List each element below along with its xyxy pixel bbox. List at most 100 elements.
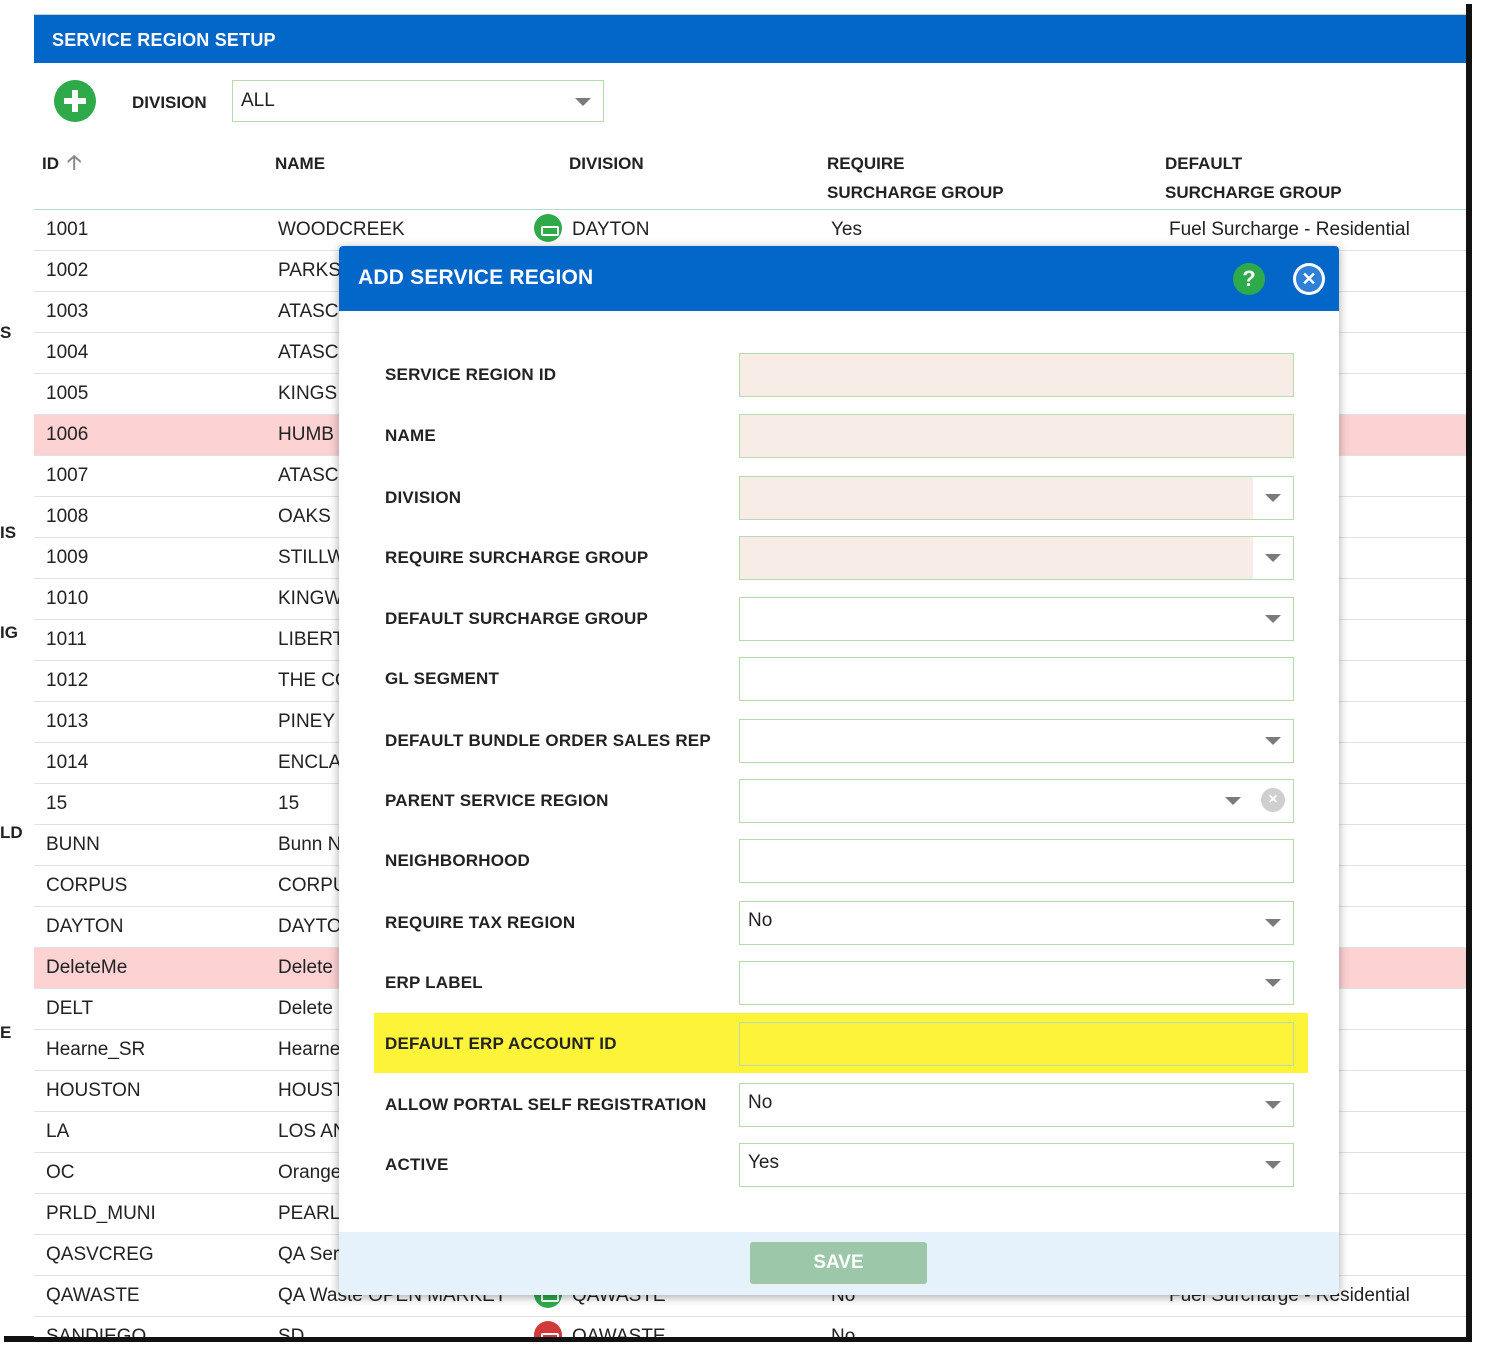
cell-id: SANDIEGO — [46, 1317, 266, 1337]
add-icon[interactable] — [54, 80, 96, 122]
form-label: ACTIVE — [385, 1155, 449, 1174]
form-label: DIVISION — [385, 488, 462, 507]
chevron-down-icon[interactable] — [1225, 797, 1241, 805]
edge-fragment: S — [0, 323, 12, 342]
chevron-down-icon[interactable] — [1265, 737, 1281, 745]
cell-id-text: PRLD_MUNI — [46, 1203, 156, 1224]
chevron-down-icon[interactable] — [1265, 979, 1281, 987]
form-label: REQUIRE SURCHARGE GROUP — [385, 548, 649, 567]
require-surcharge-group-select[interactable] — [739, 536, 1294, 580]
neighborhood-field[interactable] — [739, 839, 1294, 883]
form-row: REQUIRE SURCHARGE GROUP — [339, 536, 1339, 580]
cell-id-text: 1006 — [46, 424, 89, 445]
cell-id-text: 1007 — [46, 465, 89, 486]
close-glyph: ✕ — [1296, 266, 1322, 292]
column-header-name[interactable]: NAME — [275, 149, 325, 178]
column-header-require-surcharge[interactable]: REQUIRE SURCHARGE GROUP — [827, 149, 1004, 207]
parent-service-region-select[interactable]: × — [739, 779, 1294, 823]
screenshot-frame: S IS IG LD E SERVICE REGION SETUP DIVISI… — [0, 0, 1490, 1358]
division-filter-select[interactable]: ALL — [232, 80, 604, 122]
chevron-down-icon[interactable] — [1265, 615, 1281, 623]
clear-icon[interactable]: × — [1261, 788, 1285, 812]
cell-id-text: Hearne_SR — [46, 1039, 146, 1060]
cell-id-text: 1001 — [46, 219, 89, 240]
cell-name-text: DAYTO — [278, 916, 342, 937]
cell-require-surcharge: No — [831, 1317, 1131, 1337]
edge-fragment: E — [0, 1023, 12, 1042]
chevron-down-icon[interactable] — [1265, 919, 1281, 927]
cell-name-text: KINGS — [278, 383, 338, 404]
cell-name-text: WOODCREEK — [278, 219, 405, 240]
save-button[interactable]: SAVE — [750, 1242, 927, 1284]
page-title: SERVICE REGION SETUP — [34, 15, 1466, 63]
chevron-down-icon — [575, 98, 591, 106]
chevron-down-icon[interactable] — [1265, 1101, 1281, 1109]
form-label: REQUIRE TAX REGION — [385, 913, 576, 932]
require-tax-region-select[interactable]: No — [739, 901, 1294, 945]
form-row: DEFAULT SURCHARGE GROUP — [339, 597, 1339, 641]
erp-label-select[interactable] — [739, 961, 1294, 1005]
default-erp-account-id-field[interactable] — [739, 1022, 1294, 1066]
cell-id-text: DELT — [46, 998, 94, 1019]
default-surcharge-group-select[interactable] — [739, 597, 1294, 641]
form-row: NEIGHBORHOOD — [339, 839, 1339, 883]
division-select[interactable] — [739, 476, 1294, 520]
gl-segment-field[interactable] — [739, 657, 1294, 701]
cell-id: 1009 — [46, 538, 266, 578]
cell-name-text: CORPU — [278, 875, 347, 896]
cell-name-text: QA Ser — [278, 1244, 340, 1265]
column-header-id[interactable]: ID 🡡 — [42, 149, 81, 178]
table-row[interactable]: SANDIEGO SD QAWASTE No — [34, 1317, 1466, 1337]
form-row: NAME — [339, 414, 1339, 458]
division-filter-value: ALL — [241, 90, 275, 111]
chevron-down-icon[interactable] — [1265, 554, 1281, 562]
cell-id: 1001 — [46, 210, 266, 250]
column-header-require-line2: SURCHARGE GROUP — [827, 183, 1004, 202]
form-label: ERP LABEL — [385, 973, 483, 992]
cell-id-text: 1003 — [46, 301, 89, 322]
help-icon[interactable]: ? — [1233, 263, 1265, 295]
cell-name-text: ATASC — [278, 465, 339, 486]
default-bundle-order-sales-rep-select[interactable] — [739, 719, 1294, 763]
form-label: NEIGHBORHOOD — [385, 851, 531, 870]
chevron-down-icon[interactable] — [1265, 1161, 1281, 1169]
cell-id: 1010 — [46, 579, 266, 619]
cell-id-text: 15 — [46, 793, 68, 814]
cell-division-text: DAYTON — [572, 219, 650, 240]
close-icon[interactable]: ✕ — [1293, 263, 1325, 295]
cell-require-surcharge: Yes — [831, 210, 1131, 250]
cell-name-text: Hearne — [278, 1039, 341, 1060]
active-select[interactable]: Yes — [739, 1143, 1294, 1187]
cell-id: PRLD_MUNI — [46, 1194, 266, 1234]
cell-name-text: LOS AN — [278, 1121, 347, 1142]
cell-division: DAYTON — [534, 210, 804, 250]
form-label: ALLOW PORTAL SELF REGISTRATION — [385, 1095, 707, 1114]
cell-id-text: 1014 — [46, 752, 89, 773]
allow-portal-self-registration-select[interactable]: No — [739, 1083, 1294, 1127]
service-region-id-field[interactable] — [739, 353, 1294, 397]
cell-id: HOUSTON — [46, 1071, 266, 1111]
form-row: GL SEGMENT — [339, 657, 1339, 701]
cell-name-text: Delete — [278, 998, 333, 1019]
chevron-down-icon[interactable] — [1265, 494, 1281, 502]
column-header-default-surcharge[interactable]: DEFAULT SURCHARGE GROUP — [1165, 149, 1342, 207]
cell-name-text: Bunn N — [278, 834, 342, 855]
form-row: DIVISION — [339, 476, 1339, 520]
cell-name-text: KINGW — [278, 588, 343, 609]
cell-id: QAWASTE — [46, 1276, 266, 1316]
name-field[interactable] — [739, 414, 1294, 458]
form-row: ACTIVE Yes — [339, 1143, 1339, 1187]
division-truck-icon — [534, 1320, 562, 1337]
cell-name-text: Orange — [278, 1162, 342, 1183]
cell-id: DeleteMe — [46, 948, 266, 988]
cell-id: LA — [46, 1112, 266, 1152]
cell-id: BUNN — [46, 825, 266, 865]
column-header-require-line1: REQUIRE — [827, 154, 905, 173]
table-row[interactable]: 1001 WOODCREEK DAYTON Yes Fuel Surcharge - R… — [34, 210, 1466, 251]
column-header-division[interactable]: DIVISION — [569, 149, 644, 178]
form-row: DEFAULT BUNDLE ORDER SALES REP — [339, 719, 1339, 763]
edge-fragment: IG — [0, 623, 18, 642]
cell-id-text: QAWASTE — [46, 1285, 140, 1306]
field-value: No — [748, 910, 773, 931]
grid-header: ID 🡡 NAME DIVISION REQUIRE SURCHARGE GROU… — [34, 143, 1466, 210]
